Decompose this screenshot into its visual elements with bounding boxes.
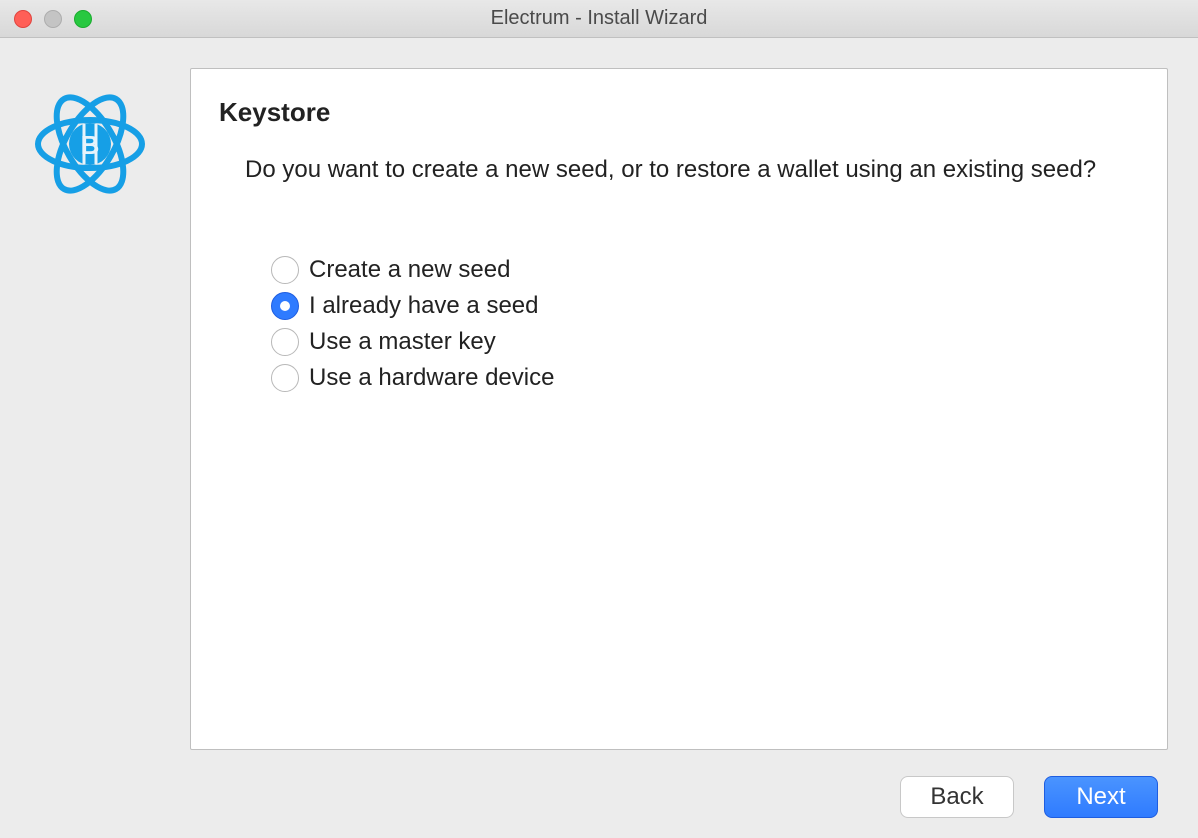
panel-heading: Keystore bbox=[219, 97, 1139, 128]
minimize-icon[interactable] bbox=[44, 10, 62, 28]
radio-icon bbox=[271, 292, 299, 320]
main-row: B Keystore Do you want to create a new s… bbox=[30, 68, 1168, 750]
option-label: I already have a seed bbox=[309, 292, 539, 320]
back-button-label: Back bbox=[930, 783, 983, 811]
option-label: Use a hardware device bbox=[309, 364, 554, 392]
window-titlebar: Electrum - Install Wizard bbox=[0, 0, 1198, 38]
option-use-hardware-device[interactable]: Use a hardware device bbox=[271, 364, 1139, 392]
next-button[interactable]: Next bbox=[1044, 776, 1158, 818]
electrum-logo-icon: B bbox=[30, 84, 164, 204]
back-button[interactable]: Back bbox=[900, 776, 1014, 818]
radio-icon bbox=[271, 328, 299, 356]
option-use-master-key[interactable]: Use a master key bbox=[271, 328, 1139, 356]
radio-icon bbox=[271, 364, 299, 392]
option-create-new-seed[interactable]: Create a new seed bbox=[271, 256, 1139, 284]
option-label: Use a master key bbox=[309, 328, 496, 356]
button-row: Back Next bbox=[30, 776, 1168, 818]
next-button-label: Next bbox=[1076, 783, 1125, 811]
keystore-options: Create a new seed I already have a seed … bbox=[271, 256, 1139, 392]
window-controls bbox=[14, 10, 92, 28]
close-icon[interactable] bbox=[14, 10, 32, 28]
option-already-have-seed[interactable]: I already have a seed bbox=[271, 292, 1139, 320]
wizard-panel: Keystore Do you want to create a new see… bbox=[190, 68, 1168, 750]
window-body: B Keystore Do you want to create a new s… bbox=[0, 38, 1198, 838]
radio-icon bbox=[271, 256, 299, 284]
window-title: Electrum - Install Wizard bbox=[0, 7, 1198, 30]
maximize-icon[interactable] bbox=[74, 10, 92, 28]
logo-column: B bbox=[30, 68, 164, 750]
panel-question: Do you want to create a new seed, or to … bbox=[245, 154, 1139, 186]
option-label: Create a new seed bbox=[309, 256, 510, 284]
